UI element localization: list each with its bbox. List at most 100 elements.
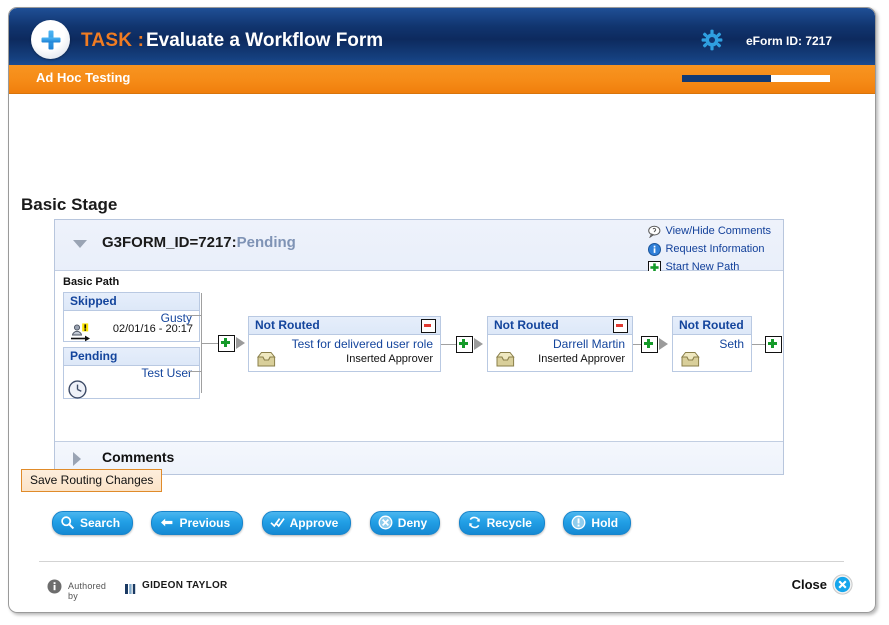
comments-disclosure-triangle[interactable] (73, 452, 81, 466)
inbox-icon (494, 349, 516, 369)
search-button[interactable]: Search (52, 511, 134, 535)
stage-title: Basic Stage (21, 195, 118, 214)
request-information-link[interactable]: Request Information (648, 243, 771, 257)
node-person-label: Test User (141, 366, 192, 380)
add-step-button[interactable] (218, 335, 235, 352)
node-body: Test for delivered user role Inserted Ap… (249, 335, 440, 372)
node-status-header: Not Routed (673, 317, 751, 335)
node-body: Gusty 02/01/16 - 20:17 (64, 311, 199, 342)
connector-line (201, 343, 219, 344)
node-status-label: Skipped (70, 294, 117, 308)
progress-bar (682, 75, 830, 82)
connector-line (441, 344, 457, 345)
connector-line (188, 315, 202, 316)
recycle-button-label: Recycle (486, 516, 532, 530)
table-row[interactable]: Not Routed Darrell Martin Inserted Appro… (487, 316, 633, 372)
comment-bubble-icon (648, 225, 661, 239)
title-bar: TASK : Evaluate a Workflow Form eForm ID… (9, 8, 875, 65)
save-routing-changes-button[interactable]: Save Routing Changes (21, 469, 163, 492)
add-step-button[interactable] (641, 336, 658, 353)
node-status-header: Pending (64, 348, 199, 366)
action-button-bar: Search Previous Approve Deny Recycle Hol… (52, 511, 645, 535)
hold-button-label: Hold (591, 516, 619, 530)
node-status-header: Skipped (64, 293, 199, 311)
flow-arrow-icon (236, 337, 245, 349)
approve-button[interactable]: Approve (261, 511, 352, 535)
node-person-label: Test for delivered user role (291, 337, 433, 351)
inbox-icon (679, 349, 701, 369)
node-subtitle-label: Inserted Approver (346, 353, 433, 365)
view-hide-comments-label: View/Hide Comments (665, 225, 771, 237)
add-step-button[interactable] (456, 336, 473, 353)
info-circle-icon (648, 243, 662, 256)
remove-step-button[interactable] (421, 319, 436, 333)
node-status-header: Not Routed (249, 317, 440, 335)
panel-disclosure-triangle[interactable] (73, 240, 87, 248)
close-circle-icon[interactable] (832, 574, 853, 595)
page-title: Evaluate a Workflow Form (146, 30, 384, 51)
previous-button-label: Previous (179, 516, 231, 530)
close-label: Close (791, 577, 827, 592)
node-body: Darrell Martin Inserted Approver (488, 335, 632, 372)
task-label: TASK : (81, 30, 145, 51)
flow-arrow-icon (474, 338, 483, 350)
recycle-button[interactable]: Recycle (458, 511, 545, 535)
node-date-label: 02/01/16 - 20:17 (112, 323, 193, 335)
node-status-label: Not Routed (494, 318, 559, 332)
remove-step-button[interactable] (613, 319, 628, 333)
view-hide-comments-link[interactable]: View/Hide Comments (648, 225, 771, 239)
deny-button[interactable]: Deny (369, 511, 441, 535)
hold-button[interactable]: Hold (563, 511, 632, 535)
panel-title-status: Pending (236, 234, 296, 251)
user-skipped-icon (70, 323, 92, 343)
previous-button[interactable]: Previous (151, 511, 244, 535)
circle-x-icon (378, 515, 393, 530)
recycle-icon (467, 515, 482, 530)
approve-button-label: Approve (289, 516, 339, 530)
node-subtitle-label: Inserted Approver (538, 353, 625, 365)
magnifier-icon (60, 515, 75, 530)
comments-section-header[interactable]: Comments (55, 441, 783, 474)
comments-label: Comments (102, 449, 175, 465)
panel-title-prefix: G3FORM_ID=7217: (102, 234, 237, 251)
app-root: TASK : Evaluate a Workflow Form eForm ID… (0, 0, 889, 625)
info-icon (47, 579, 62, 594)
plus-circle-icon (31, 20, 70, 59)
sub-bar: Ad Hoc Testing (9, 65, 875, 94)
panel-title: G3FORM_ID=7217:Pending (102, 234, 296, 251)
stage-panel: G3FORM_ID=7217:Pending View/Hide Comment… (54, 219, 784, 475)
node-status-header: Not Routed (488, 317, 632, 335)
footer-divider (39, 561, 844, 562)
routing-path-area: Basic Path Skipped Gusty 02/01/16 - 20:1… (55, 271, 783, 441)
table-row[interactable]: Skipped Gusty 02/01/16 - 20:17 (63, 292, 200, 342)
inbox-icon (255, 349, 277, 369)
arrow-left-icon (159, 515, 174, 530)
path-label: Basic Path (63, 276, 120, 288)
request-information-label: Request Information (665, 243, 765, 255)
table-row[interactable]: Pending Test User (63, 347, 200, 399)
node-status-label: Not Routed (255, 318, 320, 332)
connector-line (188, 371, 202, 372)
node-body: Test User (64, 366, 199, 399)
task-window: TASK : Evaluate a Workflow Form eForm ID… (8, 7, 876, 613)
gear-icon[interactable] (701, 29, 723, 51)
table-row[interactable]: Not Routed Seth (672, 316, 752, 372)
search-button-label: Search (80, 516, 121, 530)
exclamation-circle-icon (571, 515, 586, 530)
node-body: Seth (673, 335, 751, 372)
deny-button-label: Deny (397, 516, 428, 530)
activity-name: Ad Hoc Testing (36, 70, 131, 85)
table-row[interactable]: Not Routed Test for delivered user role … (248, 316, 441, 372)
progress-fill (682, 75, 771, 82)
add-step-button[interactable] (765, 336, 782, 353)
flow-arrow-icon (659, 338, 668, 350)
eform-id-label: eForm ID: 7217 (746, 34, 833, 48)
double-check-icon (270, 515, 285, 530)
authored-by-label: Authored by (68, 581, 107, 601)
logo-bars-icon (125, 581, 138, 594)
node-status-label: Not Routed (679, 318, 744, 332)
vendor-name: GIDEON TAYLOR (142, 580, 228, 591)
clock-icon (68, 380, 87, 399)
panel-header: G3FORM_ID=7217:Pending View/Hide Comment… (55, 220, 783, 274)
content-area: Basic Stage G3FORM_ID=7217:Pending View/… (9, 94, 875, 611)
